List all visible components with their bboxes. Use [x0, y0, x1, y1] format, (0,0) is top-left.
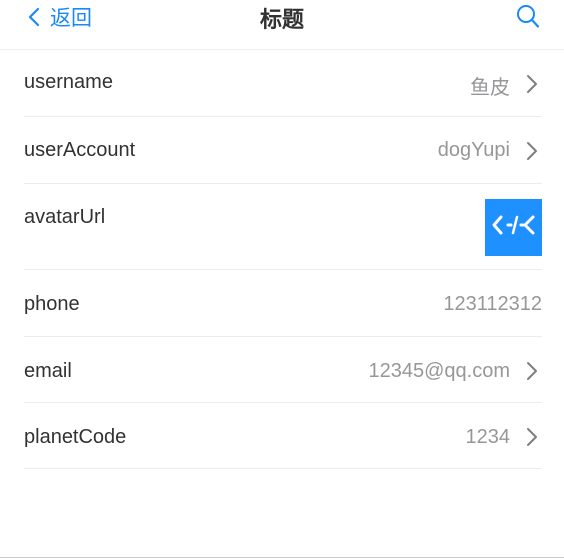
- cell-value-phone: 123112312: [443, 293, 542, 315]
- code-logo-icon: [492, 214, 536, 241]
- cell-avatarurl[interactable]: avatarUrl: [24, 184, 542, 270]
- cell-title-planetcode: planetCode: [24, 426, 127, 448]
- cell-email[interactable]: email 12345@qq.com: [24, 337, 542, 403]
- cell-value-planetcode: 1234: [465, 426, 511, 448]
- cell-title-username: username: [24, 71, 113, 93]
- chevron-right-icon: [526, 141, 538, 161]
- cell-phone[interactable]: phone 123112312: [24, 270, 542, 337]
- search-icon: [516, 4, 540, 30]
- cell-planetcode[interactable]: planetCode 1234: [24, 403, 542, 469]
- cell-username[interactable]: username 鱼皮: [24, 50, 542, 117]
- cell-value-email: 12345@qq.com: [368, 360, 510, 382]
- avatar[interactable]: [485, 199, 542, 256]
- nav-bar: 返回 标题: [0, 0, 564, 50]
- cell-title-avatarurl: avatarUrl: [24, 206, 106, 228]
- cell-title-email: email: [24, 360, 72, 382]
- search-button[interactable]: [516, 4, 540, 30]
- cell-title-phone: phone: [24, 293, 80, 315]
- cell-group: username 鱼皮 userAccount dogYupi avatarUr…: [0, 50, 564, 469]
- profile-screen: 返回 标题 username 鱼皮 userAccount dogYupi av…: [0, 0, 564, 558]
- chevron-right-icon: [526, 361, 538, 381]
- cell-title-useraccount: userAccount: [24, 139, 136, 161]
- cell-useraccount[interactable]: userAccount dogYupi: [24, 117, 542, 184]
- cell-value-useraccount: dogYupi: [437, 139, 510, 161]
- chevron-right-icon: [526, 427, 538, 447]
- page-title: 标题: [259, 8, 304, 33]
- cell-value-username: 鱼皮: [470, 75, 510, 99]
- chevron-right-icon: [526, 74, 538, 94]
